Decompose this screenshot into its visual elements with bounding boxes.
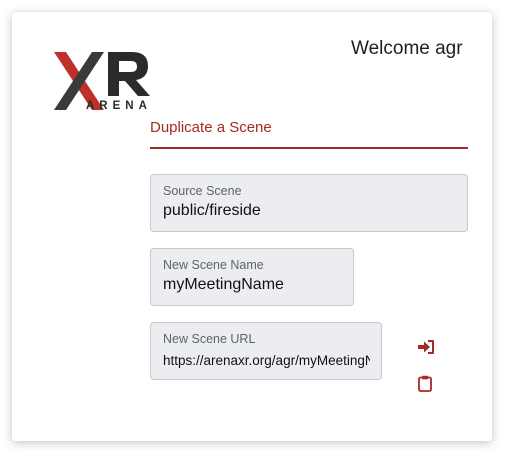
new-scene-url-label: New Scene URL [163, 332, 256, 346]
new-scene-url-value[interactable]: https://arenaxr.org/agr/myMeetingName [163, 353, 370, 368]
logo-subtext: ARENA [86, 100, 152, 110]
source-scene-field[interactable]: Source Scene public/fireside [150, 174, 468, 232]
open-scene-button[interactable] [415, 336, 437, 358]
copy-url-button[interactable] [414, 372, 436, 394]
new-scene-name-label: New Scene Name [163, 258, 264, 272]
xr-arena-logo: ARENA [54, 52, 152, 110]
source-scene-label: Source Scene [163, 184, 242, 198]
source-scene-value[interactable]: public/fireside [163, 202, 261, 220]
new-scene-name-value[interactable]: myMeetingName [163, 276, 284, 294]
new-scene-name-field[interactable]: New Scene Name myMeetingName [150, 248, 354, 306]
tab-active-indicator [150, 147, 468, 149]
clipboard-icon [418, 375, 432, 392]
tab-duplicate-scene[interactable]: Duplicate a Scene [150, 119, 272, 136]
welcome-text: Welcome agr [351, 38, 463, 59]
sign-in-icon [418, 340, 434, 354]
new-scene-url-field[interactable]: New Scene URL https://arenaxr.org/agr/my… [150, 322, 382, 380]
duplicate-scene-card: ARENA Welcome agr Duplicate a Scene Sour… [12, 12, 492, 441]
